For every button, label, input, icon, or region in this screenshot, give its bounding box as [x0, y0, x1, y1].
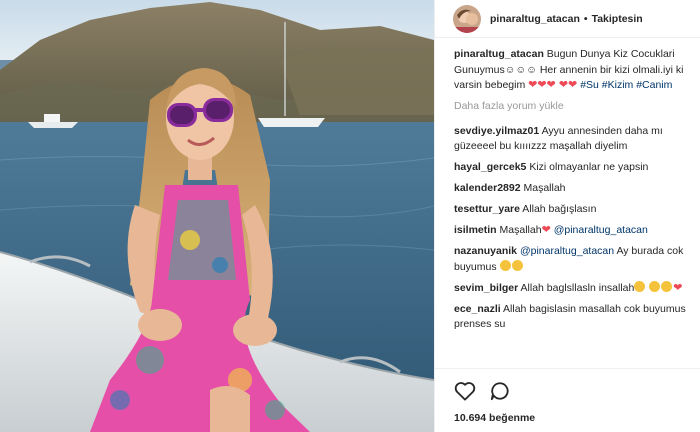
post-actions-area: 10.694 beğenme [435, 368, 700, 424]
comment-bubble-icon[interactable] [489, 381, 511, 401]
comment-item: kalender2892 Maşallah [454, 181, 690, 197]
comment-item: sevim_bilger Allah baglsllasln insallah … [454, 280, 690, 297]
load-more-comments-link[interactable]: Daha fazla yorum yükle [454, 99, 690, 115]
comment-username[interactable]: tesettur_yare [454, 203, 520, 215]
comment-username[interactable]: isilmetin [454, 224, 497, 236]
comment-text: Maşallah [523, 182, 566, 194]
post-side-panel: pinaraltug_atacan • Takiptesin pinaraltu… [434, 0, 700, 432]
heart-outline-icon[interactable] [454, 381, 476, 401]
comment-username[interactable]: ece_nazli [454, 303, 501, 315]
avatar-image-icon [453, 4, 481, 33]
comment-item: hayal_gercek5 Kizi olmayanlar ne yapsin [454, 160, 690, 176]
comment-text: Maşallah [499, 224, 542, 236]
comment-text: Kizi olmayanlar ne yapsin [529, 161, 649, 173]
comment-mention[interactable]: @pinaraltug_atacan [520, 245, 614, 257]
post-header: pinaraltug_atacan • Takiptesin [435, 0, 700, 38]
emoji-icon [499, 259, 511, 271]
comment-username[interactable]: sevim_bilger [454, 282, 518, 294]
instagram-post: pinaraltug_atacan • Takiptesin pinaraltu… [0, 0, 700, 432]
heart-emoji-icon: ❤ [673, 281, 683, 294]
comment-username[interactable]: nazanuyanik [454, 245, 517, 257]
comment-item: tesettur_yare Allah bağışlasın [454, 202, 690, 218]
comment-username[interactable]: hayal_gercek5 [454, 161, 526, 173]
caption: pinaraltug_atacan Bugun Dunya Kiz Cocukl… [454, 47, 690, 94]
comment-item: ece_nazli Allah bagislasin masallah cok … [454, 302, 690, 333]
comment-username[interactable]: kalender2892 [454, 182, 521, 194]
comment-list: pinaraltug_atacan Bugun Dunya Kiz Cocukl… [435, 38, 700, 333]
comment-username[interactable]: sevdiye.yilmaz01 [454, 125, 539, 137]
smile-emoji-icon [661, 280, 673, 292]
header-username[interactable]: pinaraltug_atacan [490, 13, 580, 25]
photo-illustration [0, 0, 434, 432]
comment-item: nazanuyanik @pinaraltug_atacan Ay burada… [454, 244, 690, 275]
comment-text: Allah baglsllasln insallah [520, 281, 635, 294]
post-photo[interactable] [0, 0, 434, 432]
caption-username[interactable]: pinaraltug_atacan [454, 48, 544, 60]
caption-hearts: ❤❤❤ ❤❤ [528, 79, 578, 91]
comment-text: Allah bağışlasın [522, 203, 597, 215]
avatar[interactable] [453, 4, 481, 33]
heart-emoji-icon: ❤ [541, 224, 551, 236]
likes-count[interactable]: 10.694 beğenme [454, 412, 684, 424]
comment-item: sevdiye.yilmaz01 Ayyu annesinden daha mı… [454, 124, 690, 155]
comment-item: isilmetin Maşallah❤ @pinaraltug_atacan [454, 223, 690, 239]
caption-hashtags[interactable]: #Su #Kizim #Canim [580, 79, 672, 91]
smile-emoji-icon [649, 280, 661, 292]
smile-emoji-icon [634, 280, 646, 292]
action-bar [454, 380, 684, 402]
follow-status[interactable]: Takiptesin [592, 13, 643, 25]
emoji-icon [511, 259, 523, 271]
comment-mention[interactable]: @pinaraltug_atacan [554, 224, 648, 236]
header-separator: • [583, 12, 588, 25]
